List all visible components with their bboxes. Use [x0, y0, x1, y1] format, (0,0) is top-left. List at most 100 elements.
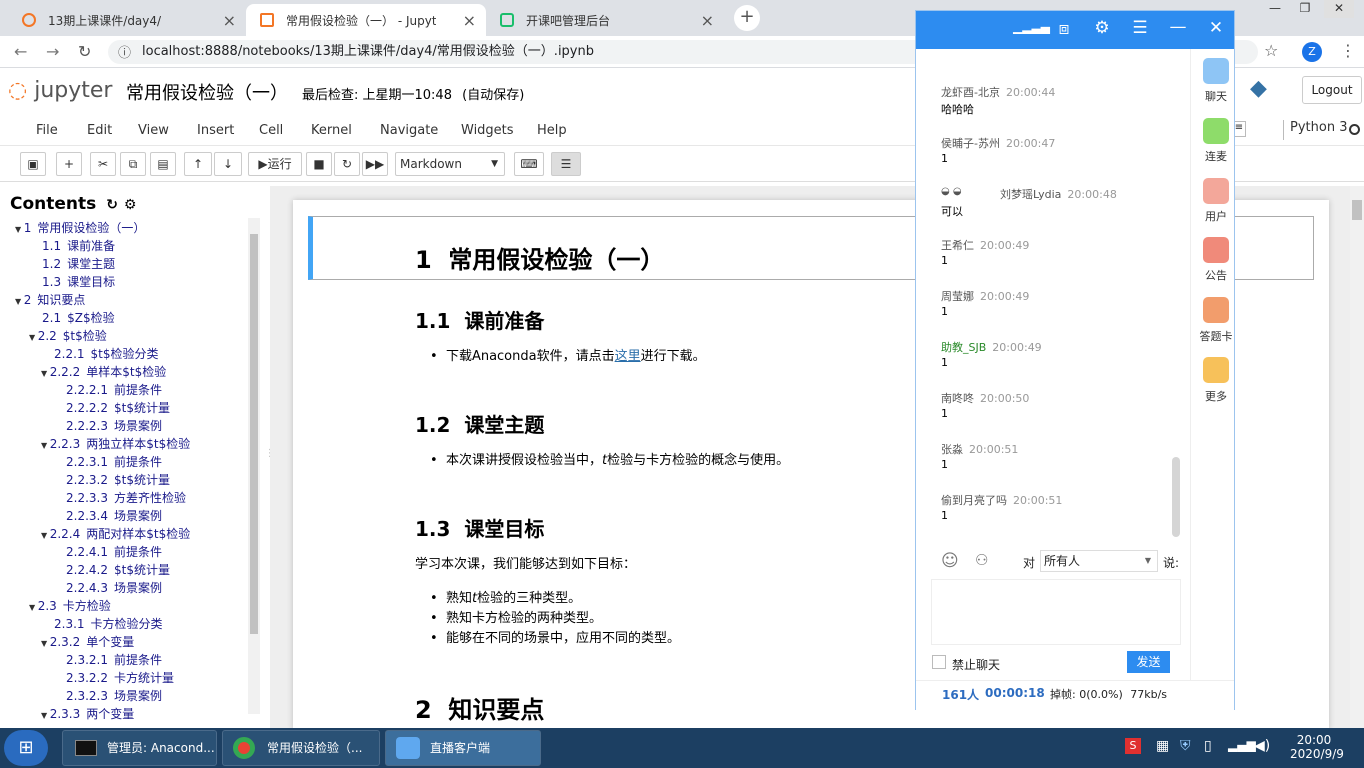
answer-card-icon[interactable] — [1203, 297, 1229, 323]
toc-item[interactable]: 1.3 课堂目标 — [42, 273, 115, 290]
chat-scroll-thumb[interactable] — [1172, 457, 1180, 537]
collapse-arrow-icon[interactable]: ▼ — [15, 225, 24, 234]
toc-item[interactable]: 2.2.3.4 场景案例 — [66, 507, 162, 524]
collapse-arrow-icon[interactable]: ▼ — [29, 333, 38, 342]
browser-menu-icon[interactable]: ⋮ — [1340, 41, 1356, 60]
menu-help[interactable]: Help — [537, 123, 567, 138]
cell-type-select[interactable]: Markdown ▼ — [395, 152, 505, 176]
toc-item[interactable]: ▼ 2.2.3 两独立样本$t$检验 — [41, 435, 190, 452]
restart-icon[interactable]: ↻ — [334, 152, 360, 176]
collapse-arrow-icon[interactable]: ▼ — [41, 639, 50, 648]
tray-device-icon[interactable]: ▯ — [1204, 738, 1212, 754]
toc-item[interactable]: 2.2.4.2 $t$统计量 — [66, 561, 170, 578]
toc-item[interactable]: 2.3.1 卡方检验分类 — [54, 615, 163, 632]
toc-item[interactable]: 1.1 课前准备 — [42, 237, 115, 254]
reload-icon[interactable]: ↻ — [78, 42, 91, 61]
collapse-arrow-icon[interactable]: ▼ — [41, 369, 50, 378]
cut-icon[interactable]: ✂ — [90, 152, 116, 176]
stop-icon[interactable]: ■ — [306, 152, 332, 176]
settings-gear-icon[interactable]: ⚙ — [1090, 18, 1114, 38]
menu-icon[interactable]: ☰ — [1128, 18, 1152, 38]
menu-insert[interactable]: Insert — [197, 123, 234, 138]
emoji-icon[interactable]: ☺ — [941, 551, 959, 571]
jupyter-logo[interactable]: ◌ jupyter — [8, 78, 112, 103]
toc-item[interactable]: 2.3.2.2 卡方统计量 — [66, 669, 174, 686]
close-icon[interactable]: ✕ — [1204, 18, 1228, 38]
toc-item[interactable]: ▼ 2 知识要点 — [15, 291, 85, 308]
toc-item[interactable]: ▼ 1 常用假设检验（一） — [15, 219, 145, 236]
refresh-icon[interactable]: ↻ — [106, 197, 118, 213]
toc-item[interactable]: 2.2.3.3 方差齐性检验 — [66, 489, 186, 506]
chat-sender[interactable]: 龙虾酉-北京 20:00:44 — [941, 84, 1055, 100]
task-live-client[interactable]: 直播客户端 — [385, 730, 541, 766]
chat-sender[interactable]: 周莹娜 20:00:49 — [941, 288, 1029, 304]
chat-sender[interactable]: 偷到月亮了吗 20:00:51 — [941, 492, 1062, 508]
chat-sender[interactable]: 王希仁 20:00:49 — [941, 237, 1029, 253]
toc-item[interactable]: ▼ 2.2.2 单样本$t$检验 — [41, 363, 166, 380]
close-icon[interactable]: × — [463, 11, 476, 30]
users-icon[interactable]: ⚇ — [975, 551, 988, 569]
forward-icon[interactable]: → — [46, 42, 59, 61]
insert-cell-icon[interactable]: + — [56, 152, 82, 176]
toc-item[interactable]: ▼ 2.3 卡方检验 — [29, 597, 111, 614]
chat-sender[interactable]: 侯晡子-苏州 20:00:47 — [941, 135, 1055, 151]
collapse-arrow-icon[interactable]: ▼ — [29, 603, 38, 612]
bookmark-star-icon[interactable]: ☆ — [1264, 41, 1278, 60]
menu-kernel[interactable]: Kernel — [311, 123, 352, 138]
ban-chat-checkbox[interactable] — [932, 655, 946, 669]
toc-item[interactable]: 2.2.4.1 前提条件 — [66, 543, 162, 560]
toc-item[interactable]: ▼ 2.3.2 单个变量 — [41, 633, 134, 650]
side-label-answer[interactable]: 答题卡 — [1196, 328, 1236, 344]
toc-item[interactable]: 2.3.2.3 场景案例 — [66, 687, 162, 704]
mic-link-icon[interactable] — [1203, 118, 1229, 144]
toc-item[interactable]: 2.1 $Z$检验 — [42, 309, 115, 326]
side-label-chat[interactable]: 聊天 — [1196, 88, 1236, 104]
side-label-users[interactable]: 用户 — [1196, 208, 1236, 224]
shield-icon[interactable]: ⛨ — [1180, 738, 1191, 754]
user-icon[interactable] — [1203, 178, 1229, 204]
chat-sender[interactable]: 助教_SJB 20:00:49 — [941, 339, 1042, 355]
toc-item[interactable]: 1.2 课堂主题 — [42, 255, 115, 272]
tab-courseware[interactable]: 13期上课课件/day4/ × — [8, 4, 246, 36]
toc-item[interactable]: ▼ 2.2.4 两配对样本$t$检验 — [41, 525, 190, 542]
menu-cell[interactable]: Cell — [259, 123, 283, 138]
close-icon[interactable]: × — [701, 11, 714, 30]
tray-apps-icon[interactable]: ▦ — [1156, 738, 1169, 754]
side-label-notice[interactable]: 公告 — [1196, 267, 1236, 283]
start-button-icon[interactable]: ⊞ — [4, 730, 48, 766]
clock[interactable]: 20:00 2020/9/9 — [1290, 733, 1344, 761]
toc-item[interactable]: 2.3.2.1 前提条件 — [66, 651, 162, 668]
close-window-button[interactable]: ✕ — [1324, 0, 1354, 18]
ime-icon[interactable]: S — [1125, 738, 1141, 754]
more-grid-icon[interactable] — [1203, 357, 1229, 383]
toc-toggle-icon[interactable]: ☰ — [551, 152, 581, 176]
side-label-more[interactable]: 更多 — [1196, 388, 1236, 404]
announcement-icon[interactable] — [1203, 237, 1229, 263]
minimize-window-button[interactable]: — — [1260, 0, 1290, 18]
save-icon[interactable]: ▣ — [20, 152, 46, 176]
toc-item[interactable]: ▼ 2.2 $t$检验 — [29, 327, 107, 344]
toc-item[interactable]: 2.2.3.1 前提条件 — [66, 453, 162, 470]
fast-forward-icon[interactable]: ▶▶ — [362, 152, 388, 176]
info-icon[interactable]: ⓘ — [118, 42, 131, 61]
copy-icon[interactable]: ⧉ — [120, 152, 146, 176]
keyboard-icon[interactable]: ⌨ — [514, 152, 544, 176]
chat-sender[interactable]: 刘梦瑶Lydia 20:00:48 — [1000, 186, 1117, 202]
logout-button[interactable]: Logout — [1302, 76, 1362, 104]
download-link[interactable]: 这里 — [615, 349, 641, 364]
collapse-arrow-icon[interactable]: ▼ — [15, 297, 24, 306]
tab-notebook[interactable]: 常用假设检验（一） - Jupyter N × — [246, 4, 486, 36]
menu-edit[interactable]: Edit — [87, 123, 112, 138]
toc-item[interactable]: 2.2.2.3 场景案例 — [66, 417, 162, 434]
screen-icon[interactable]: ⧈ — [1052, 19, 1076, 39]
minimize-icon[interactable]: — — [1166, 17, 1190, 37]
move-down-icon[interactable]: ↓ — [214, 152, 242, 176]
menu-file[interactable]: File — [36, 123, 58, 138]
toc-scrollbar[interactable] — [248, 218, 260, 714]
toc-item[interactable]: 2.2.3.2 $t$统计量 — [66, 471, 170, 488]
collapse-arrow-icon[interactable]: ▼ — [41, 531, 50, 540]
menu-navigate[interactable]: Navigate — [380, 123, 438, 138]
new-tab-button[interactable]: + — [734, 5, 760, 31]
recipient-select[interactable]: 所有人 ▼ — [1040, 550, 1158, 572]
gear-icon[interactable]: ⚙ — [124, 197, 137, 213]
